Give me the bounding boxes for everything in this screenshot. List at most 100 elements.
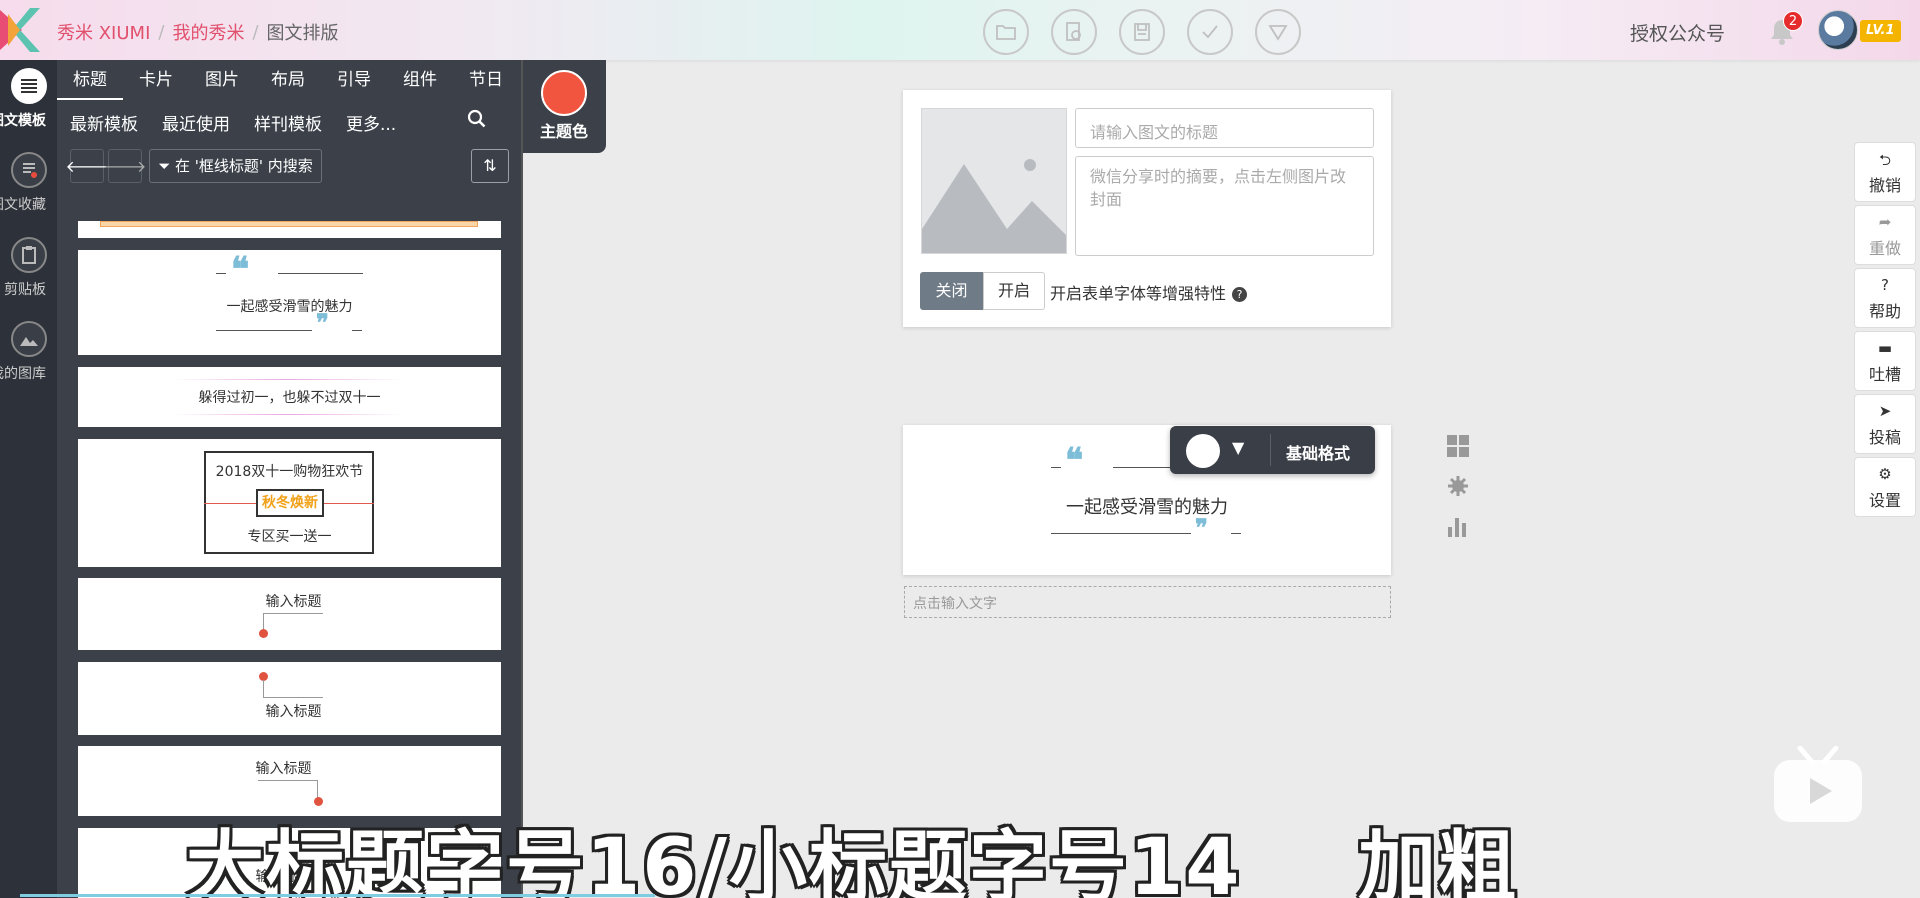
- caret-down-icon[interactable]: ▼: [1232, 438, 1244, 457]
- dot-icon: [259, 629, 268, 638]
- breadcrumb-separator: /: [252, 21, 259, 43]
- tab-title[interactable]: 标题: [57, 60, 123, 100]
- settings-button[interactable]: ⚙ 设置: [1854, 457, 1916, 517]
- redo-icon: ➦: [1878, 213, 1892, 231]
- redo-button[interactable]: ➦ 重做: [1854, 205, 1916, 265]
- triangle-down-icon: [1268, 25, 1288, 41]
- filter-search-button[interactable]: ⏷ 在 '框线标题' 内搜索: [149, 149, 322, 183]
- feedback-button[interactable]: ▬ 吐槽: [1854, 331, 1916, 391]
- right-toolbar: ⮌ 撤销 ➦ 重做 ? 帮助 ▬ 吐槽 ➤ 投稿 ⚙ 设置: [1854, 142, 1916, 520]
- rail-label: 我的图库: [0, 366, 46, 382]
- gear-icon[interactable]: [1447, 475, 1471, 515]
- divider: [216, 273, 226, 274]
- open-folder-button[interactable]: [983, 9, 1029, 55]
- forward-button[interactable]: 🡒: [104, 149, 146, 183]
- tab-guide[interactable]: 引导: [321, 60, 387, 100]
- text-input-area[interactable]: 点击输入文字: [904, 586, 1391, 618]
- template-title: 输入标题: [265, 594, 322, 610]
- subtab-latest[interactable]: 最新模板: [70, 110, 138, 135]
- format-toolbar: ▼ 基础格式: [1170, 426, 1375, 474]
- template-title: 躲得过初一，也躲不过双十一: [198, 390, 381, 406]
- back-button[interactable]: 🡐: [66, 149, 108, 183]
- question-icon[interactable]: ?: [1232, 287, 1248, 302]
- connector-line: [258, 780, 318, 800]
- basic-format-button[interactable]: 基础格式: [1286, 440, 1350, 464]
- sub-tabs: 最新模板 最近使用 样刊模板 更多...: [70, 110, 396, 135]
- cover-image-placeholder[interactable]: [921, 108, 1067, 254]
- video-caption: 大标题字号16/小标题字号14 加粗: [186, 823, 1519, 898]
- check-icon: [1202, 25, 1218, 39]
- clipboard-icon: [10, 237, 47, 273]
- rail-item-templates[interactable]: 图文模板: [0, 68, 57, 129]
- enhance-label: 开启表单字体等增强特性: [1050, 284, 1227, 303]
- help-label: 帮助: [1868, 302, 1901, 321]
- gear-icon: ⚙: [1878, 465, 1892, 483]
- rail-item-favorites[interactable]: 图文收藏: [0, 152, 57, 213]
- color-swatch[interactable]: [1186, 434, 1220, 468]
- enhance-off-button[interactable]: 关闭: [920, 272, 983, 310]
- preview-button[interactable]: [1051, 9, 1097, 55]
- feedback-label: 吐槽: [1868, 365, 1901, 384]
- more-button[interactable]: [1255, 9, 1301, 55]
- theme-color-swatch[interactable]: [541, 70, 587, 116]
- authorize-account-link[interactable]: 授权公众号: [1630, 19, 1725, 46]
- save-button[interactable]: [1119, 9, 1165, 55]
- notification-badge: 2: [1783, 11, 1803, 31]
- list-item[interactable]: 2018双十一购物狂欢节 秋冬焕新 专区买一送一: [78, 439, 501, 567]
- title-input[interactable]: 请输入图文的标题: [1075, 108, 1374, 148]
- top-toolbar: [983, 9, 1301, 55]
- enhance-on-button[interactable]: 开启: [983, 272, 1045, 310]
- template-subtitle: 专区买一送一: [247, 529, 332, 545]
- subtab-more[interactable]: 更多...: [346, 110, 396, 135]
- publish-button[interactable]: [1187, 9, 1233, 55]
- avatar[interactable]: [1818, 10, 1858, 50]
- breadcrumb-separator: /: [158, 21, 165, 43]
- divider: [1051, 467, 1061, 468]
- undo-button[interactable]: ⮌ 撤销: [1854, 142, 1916, 202]
- divider: [278, 273, 363, 274]
- template-title: 一起感受滑雪的魅力: [226, 299, 353, 315]
- my-xiumi-link[interactable]: 我的秀米: [172, 19, 244, 45]
- list-item[interactable]: ❝ 一起感受滑雪的魅力 ❞: [78, 250, 501, 355]
- brand-link[interactable]: 秀米 XIUMI: [57, 19, 150, 45]
- subtab-sample[interactable]: 样刊模板: [254, 110, 322, 135]
- help-button[interactable]: ? 帮助: [1854, 268, 1916, 328]
- arrow-left-icon: 🡐: [65, 157, 109, 176]
- tab-card[interactable]: 卡片: [123, 60, 189, 100]
- level-badge: LV.1: [1860, 20, 1901, 42]
- tab-component[interactable]: 组件: [387, 60, 453, 100]
- divider: [173, 379, 403, 380]
- sort-button[interactable]: ⇅: [471, 149, 509, 183]
- tab-layout[interactable]: 布局: [255, 60, 321, 100]
- rail-label: 剪贴板: [4, 282, 46, 298]
- list-item[interactable]: 躲得过初一，也躲不过双十一: [78, 367, 501, 427]
- list-item[interactable]: 输入标题: [78, 578, 501, 650]
- list-item[interactable]: [78, 221, 501, 238]
- image-placeholder-icon: [922, 159, 1066, 253]
- list-item[interactable]: 输入标题: [78, 662, 501, 735]
- divider: [1113, 467, 1173, 468]
- redo-label: 重做: [1868, 239, 1901, 258]
- tab-festival[interactable]: 节日: [453, 60, 519, 100]
- abstract-input[interactable]: 微信分享时的摘要，点击左侧图片改封面: [1075, 156, 1374, 256]
- bar-chart-icon[interactable]: [1447, 515, 1471, 555]
- subtab-recent[interactable]: 最近使用: [162, 110, 230, 135]
- submit-button[interactable]: ➤ 投稿: [1854, 394, 1916, 454]
- enhance-option: 开启表单字体等增强特性?: [1050, 280, 1248, 304]
- template-preview: [100, 221, 478, 227]
- rail-item-clipboard[interactable]: 剪贴板: [0, 237, 57, 298]
- quote-icon: ❝: [1065, 441, 1084, 481]
- template-title: 输入标题: [255, 761, 312, 777]
- template-title: 输入标题: [265, 704, 322, 720]
- xiumi-logo[interactable]: [0, 4, 44, 56]
- help-icon: ?: [1881, 276, 1889, 294]
- grid-icon[interactable]: [1447, 435, 1471, 475]
- divider: [1231, 533, 1241, 534]
- panel-scrollbar[interactable]: [521, 60, 523, 898]
- theme-color-label: 主题色: [540, 122, 589, 141]
- tab-image[interactable]: 图片: [189, 60, 255, 100]
- rail-item-gallery[interactable]: 我的图库: [0, 321, 57, 382]
- content-title[interactable]: 一起感受滑雪的魅力: [903, 493, 1391, 519]
- theme-color-picker[interactable]: 主题色: [540, 70, 588, 142]
- search-icon[interactable]: [466, 108, 488, 130]
